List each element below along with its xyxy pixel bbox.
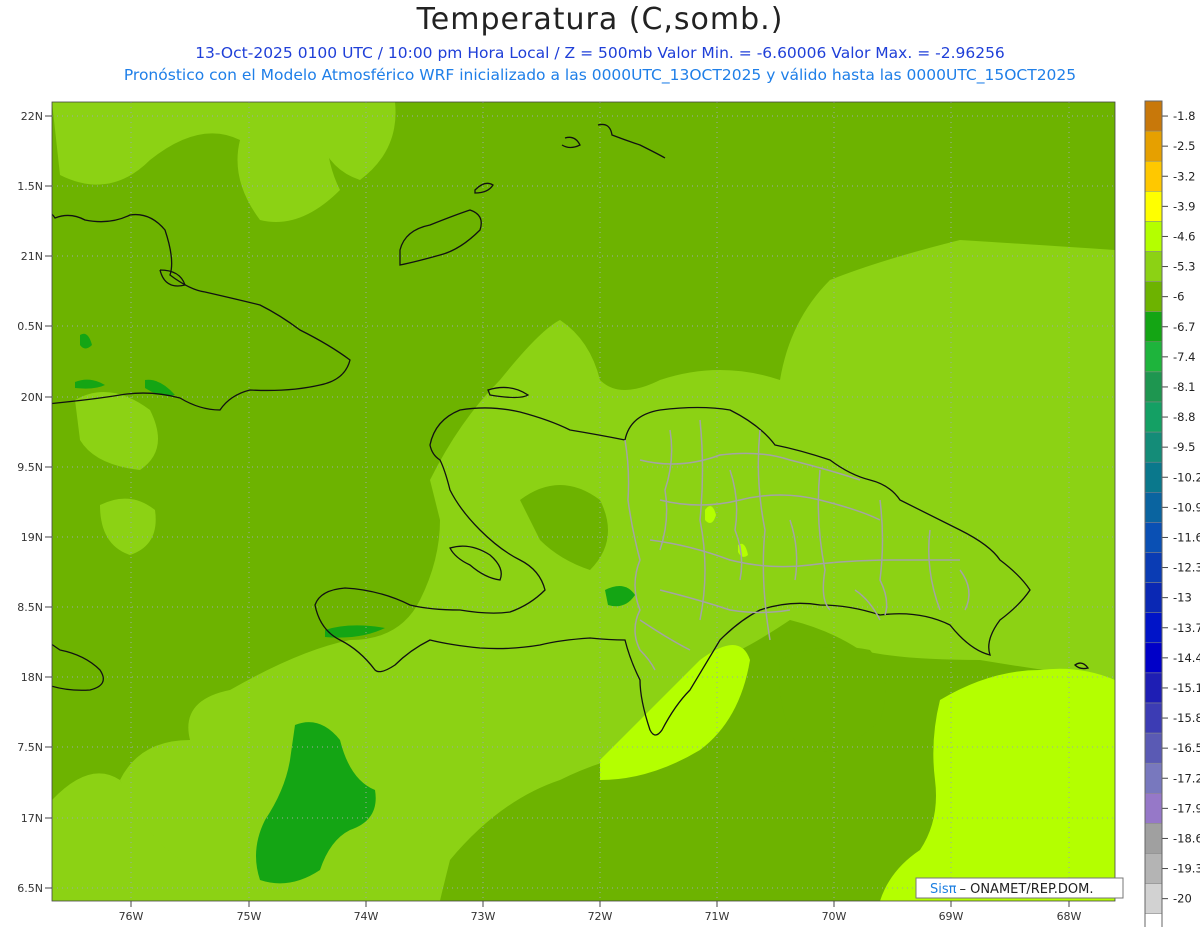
- colorbar-swatch: [1144, 221, 1163, 252]
- colorbar-swatch: [1144, 612, 1163, 644]
- colorbar-swatch: [1144, 823, 1163, 854]
- map-canvas: 22N 1.5N 21N 0.5N 20N 9.5N 19N 8.5N 18N …: [17, 100, 1200, 927]
- colorbar-legend: -1.8 -2.5 -3.2 -3.9 -4.6 -5.3 -6 -6.7 -7.4 -8.1 -8…: [1144, 100, 1200, 927]
- colorbar-swatch: [1144, 461, 1163, 493]
- colorbar-label: -8.8: [1173, 410, 1195, 424]
- colorbar-label: -3.2: [1173, 169, 1195, 183]
- credit-brand: Sis: [930, 882, 949, 897]
- colorbar-label: -9.5: [1173, 440, 1195, 454]
- lon-label: 74W: [354, 910, 379, 923]
- colorbar-label: -17.2: [1173, 771, 1200, 785]
- lat-label: 21N: [21, 250, 43, 263]
- credit-org: – ONAMET/REP.DOM.: [959, 882, 1093, 897]
- colorbar-swatch: [1144, 431, 1163, 463]
- colorbar-swatch: [1144, 160, 1163, 192]
- lon-label: 68W: [1057, 910, 1082, 923]
- credit-box: Sisπ – ONAMET/REP.DOM.: [915, 877, 1124, 899]
- colorbar-label: -8.1: [1173, 380, 1195, 394]
- colorbar-swatch: [1144, 191, 1163, 222]
- colorbar-label: -18.6: [1173, 831, 1200, 845]
- lon-label: 75W: [237, 910, 262, 923]
- lat-label: 22N: [21, 110, 43, 123]
- colorbar-label: -15.8: [1173, 711, 1200, 725]
- colorbar-swatch: [1144, 311, 1163, 343]
- colorbar-swatch: [1144, 251, 1163, 282]
- colorbar-swatch: [1144, 582, 1163, 613]
- lat-label: 8.5N: [17, 601, 43, 614]
- colorbar-label: -17.9: [1173, 801, 1200, 815]
- colorbar-label: -11.6: [1173, 530, 1200, 544]
- colorbar-swatch: [1144, 672, 1163, 704]
- lon-label: 72W: [588, 910, 613, 923]
- lat-label: 0.5N: [17, 320, 43, 333]
- colorbar-swatch: [1144, 281, 1163, 312]
- lat-label: 6.5N: [17, 882, 43, 895]
- lon-label: 69W: [939, 910, 964, 923]
- colorbar-swatch: [1144, 492, 1163, 523]
- colorbar-label: -6: [1173, 290, 1184, 304]
- colorbar-label: -10.2: [1173, 470, 1200, 484]
- colorbar-label: -12.3: [1173, 561, 1200, 575]
- lat-label: 7.5N: [17, 741, 43, 754]
- colorbar-swatch: [1144, 341, 1163, 373]
- colorbar-swatch: [1144, 853, 1163, 884]
- colorbar-label: -13: [1173, 591, 1192, 605]
- colorbar-label: -3.9: [1173, 199, 1195, 213]
- colorbar-label: -14.4: [1173, 651, 1200, 665]
- colorbar-swatch: [1144, 100, 1163, 132]
- colorbar-swatch: [1144, 732, 1163, 764]
- lon-label: 71W: [705, 910, 730, 923]
- credit-line: Sisπ – ONAMET/REP.DOM.: [930, 882, 1094, 897]
- colorbar-label: -16.5: [1173, 741, 1200, 755]
- lat-label: 17N: [21, 812, 43, 825]
- lat-label: 9.5N: [17, 461, 43, 474]
- colorbar-label: -19.3: [1173, 862, 1200, 876]
- credit-pi: π: [949, 882, 957, 897]
- lat-label: 19N: [21, 531, 43, 544]
- colorbar-label: -2.5: [1173, 139, 1195, 153]
- colorbar-label: -7.4: [1173, 350, 1195, 364]
- colorbar-swatch: [1144, 913, 1163, 927]
- colorbar-swatch: [1144, 793, 1163, 824]
- colorbar-swatch: [1144, 522, 1163, 553]
- colorbar-label: -20: [1173, 892, 1192, 906]
- lon-label: 73W: [471, 910, 496, 923]
- colorbar-label: -6.7: [1173, 320, 1195, 334]
- lat-label: 1.5N: [17, 180, 43, 193]
- colorbar-swatch: [1144, 401, 1163, 433]
- lon-label: 70W: [822, 910, 847, 923]
- colorbar-swatch: [1144, 883, 1163, 914]
- lon-label: 76W: [119, 910, 144, 923]
- lat-label: 20N: [21, 391, 43, 404]
- colorbar-label: -5.3: [1173, 260, 1195, 274]
- colorbar-label: -13.7: [1173, 621, 1200, 635]
- colorbar-label: -15.1: [1173, 681, 1200, 695]
- lat-label: 18N: [21, 671, 43, 684]
- temperature-field: [52, 102, 1115, 901]
- colorbar-swatch: [1144, 130, 1163, 162]
- colorbar-label: -10.9: [1173, 500, 1200, 514]
- colorbar-swatch: [1144, 371, 1163, 403]
- colorbar-swatch: [1144, 762, 1163, 794]
- colorbar-label: -4.6: [1173, 229, 1195, 243]
- colorbar-swatch: [1144, 702, 1163, 734]
- colorbar-swatch: [1144, 552, 1163, 583]
- colorbar-label: -1.8: [1173, 109, 1195, 123]
- colorbar-swatch: [1144, 642, 1163, 674]
